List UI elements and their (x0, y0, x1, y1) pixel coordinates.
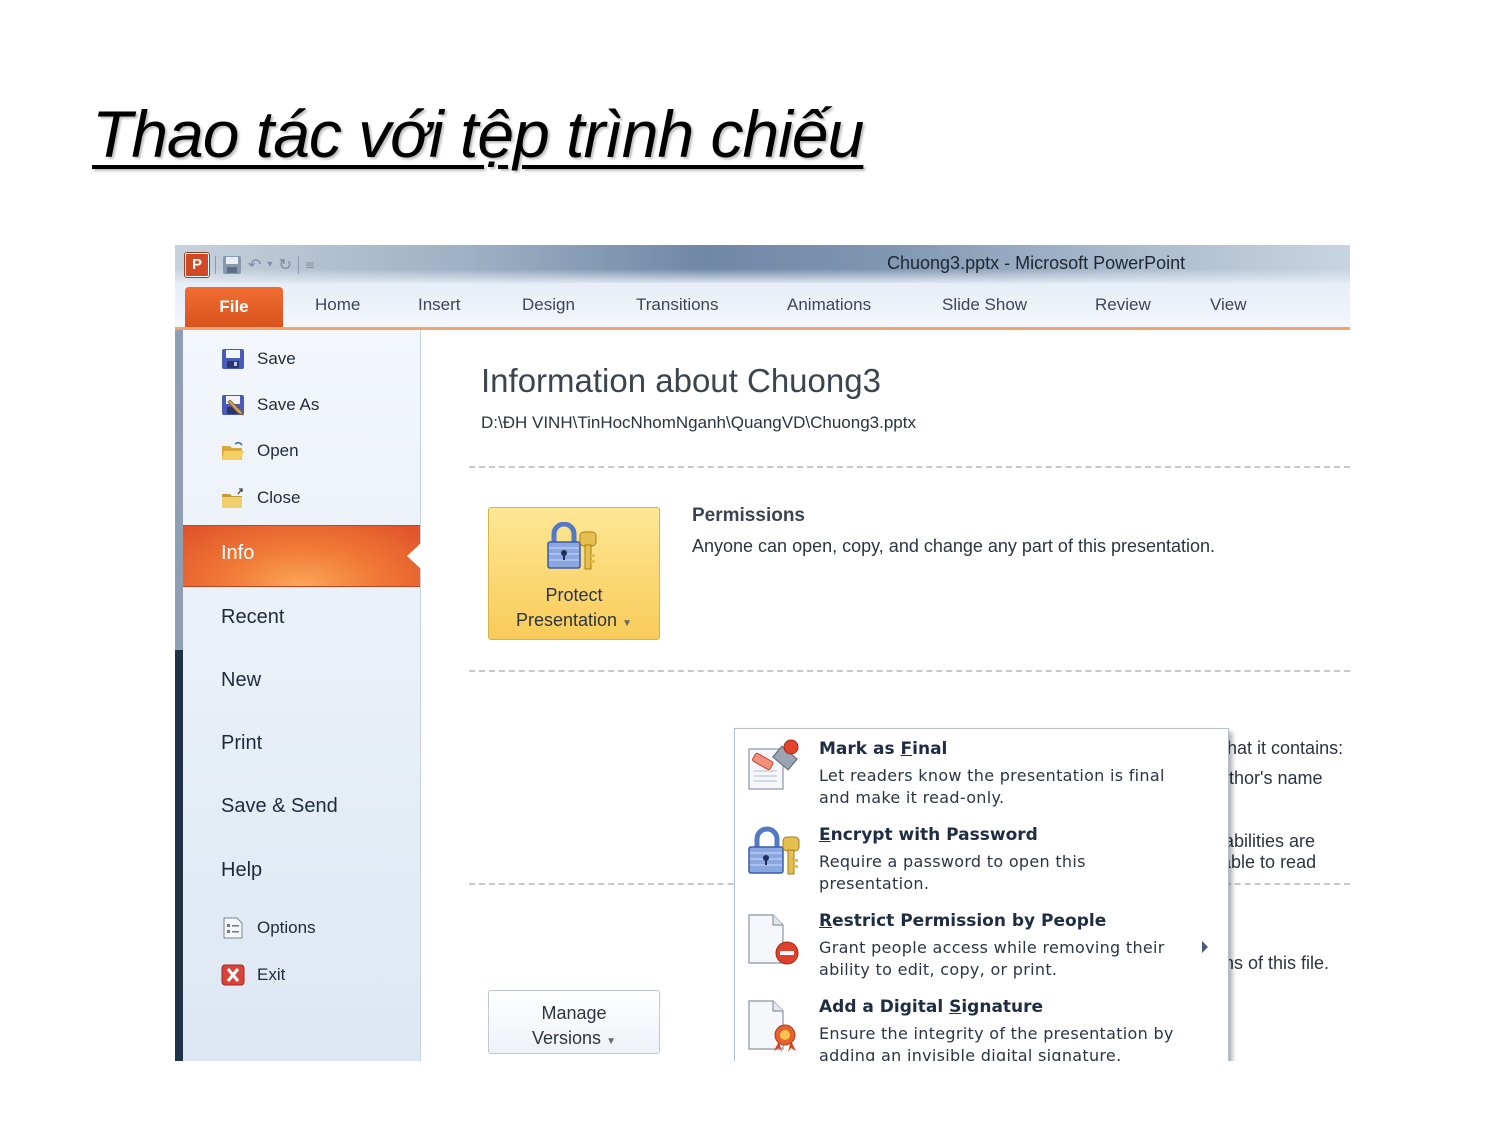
menu-item-restrict-permission[interactable]: Restrict Permission by People Grant peop… (735, 901, 1228, 987)
mark-final-icon (748, 739, 799, 790)
protect-presentation-button[interactable]: Protect Presentation ▼ (488, 507, 660, 640)
digital-signature-icon (748, 1000, 796, 1052)
powerpoint-window: P ↶ ▾ ↻ ≡ Chuong3.pptx - Microsoft Power… (175, 245, 1350, 1061)
nav-tab-info-label: Info (221, 542, 255, 564)
submenu-arrow-icon (1202, 941, 1208, 953)
title-text: inal (912, 739, 948, 759)
active-tab-notch (407, 543, 421, 569)
nav-save-as[interactable]: Save As (221, 394, 319, 416)
menu-item-add-digital-signature[interactable]: Add a Digital Signature Ensure the integ… (735, 987, 1228, 1061)
menu-item-description: Ensure the integrity of the presentation… (819, 1024, 1174, 1061)
manage-label-text: Versions (532, 1028, 602, 1048)
tab-transitions[interactable]: Transitions (636, 295, 719, 315)
nav-tab-print[interactable]: Print (221, 732, 262, 755)
nav-open-label: Open (257, 441, 299, 460)
manage-versions-button[interactable]: Manage Versions ▼ (488, 990, 660, 1054)
title-text: estrict Permission by People (832, 911, 1107, 931)
slide-title: Thao tác với tệp trình chiếu (92, 97, 864, 171)
window-edge-highlight (175, 330, 183, 650)
tab-review[interactable]: Review (1095, 295, 1151, 315)
file-path: D:\ĐH VINH\TinHocNhomNganh\QuangVD\Chuon… (481, 413, 916, 432)
nav-options-label: Options (257, 918, 316, 937)
title-text: ncrypt with Password (830, 825, 1038, 845)
section-divider (469, 466, 1350, 468)
lock-key-icon (748, 826, 800, 875)
nav-tab-save-send[interactable]: Save & Send (221, 795, 338, 818)
permissions-description: Anyone can open, copy, and change any pa… (692, 536, 1216, 556)
protect-label-line1: Protect (545, 585, 603, 605)
nav-close[interactable]: Close (221, 487, 300, 509)
nav-save-as-label: Save As (257, 395, 320, 414)
window-title: Chuong3.pptx - Microsoft PowerPoint (887, 253, 1186, 273)
options-icon (223, 917, 243, 939)
tab-design[interactable]: Design (522, 295, 575, 315)
menu-item-description: Require a password to open this presenta… (819, 852, 1086, 893)
access-key: S (949, 997, 962, 1017)
menu-item-title: Mark as Final (819, 739, 947, 759)
nav-exit[interactable]: Exit (221, 964, 285, 986)
nav-options[interactable]: Options (221, 917, 316, 939)
protect-label-line2: Presentation ▼ (489, 608, 659, 636)
save-as-icon (222, 395, 244, 416)
save-icon[interactable] (222, 255, 242, 275)
tab-view[interactable]: View (1210, 295, 1247, 315)
nav-tab-new[interactable]: New (221, 669, 261, 692)
menu-item-description: Let readers know the presentation is fin… (819, 766, 1165, 807)
nav-tab-info[interactable]: Info (183, 525, 421, 587)
access-key: R (819, 911, 833, 931)
qat-separator (297, 256, 299, 274)
nav-tab-recent[interactable]: Recent (221, 606, 284, 629)
manage-versions-label: Manage Versions ▼ (489, 1001, 659, 1054)
title-text: Mark as (819, 739, 901, 759)
info-content: Information about Chuong3 D:\ĐH VINH\Tin… (421, 330, 1350, 1061)
tab-insert[interactable]: Insert (418, 295, 461, 315)
nav-close-label: Close (257, 488, 301, 507)
title-bar: P ↶ ▾ ↻ ≡ Chuong3.pptx - Microsoft Power… (175, 245, 1350, 283)
menu-item-encrypt-with-password[interactable]: Encrypt with Password Require a password… (735, 815, 1228, 901)
qat-separator (215, 256, 216, 274)
nav-save-label: Save (257, 349, 296, 368)
lock-key-icon (547, 522, 597, 570)
open-folder-icon (222, 441, 244, 460)
save-icon (222, 349, 244, 369)
ribbon-tabs: File Home Insert Design Transitions Anim… (175, 283, 1350, 330)
dropdown-arrow-icon: ▼ (622, 618, 632, 629)
menu-item-mark-as-final[interactable]: Mark as Final Let readers know the prese… (735, 729, 1228, 815)
quick-access-toolbar: P ↶ ▾ ↻ ≡ (185, 253, 315, 277)
info-title: Information about Chuong3 (481, 362, 881, 399)
tab-file[interactable]: File (185, 287, 283, 327)
restrict-permission-icon (748, 914, 799, 965)
tab-animations[interactable]: Animations (787, 295, 871, 315)
title-text: Add a Digital (819, 997, 950, 1017)
nav-tab-help[interactable]: Help (221, 859, 262, 882)
menu-item-description: Grant people access while removing their… (819, 938, 1165, 979)
access-key: F (900, 739, 913, 759)
nav-open[interactable]: Open (221, 440, 299, 462)
undo-dropdown-icon[interactable]: ▾ (267, 255, 272, 275)
undo-icon[interactable]: ↶ (248, 255, 261, 275)
menu-item-title: Encrypt with Password (819, 825, 1038, 845)
dropdown-arrow-icon: ▼ (606, 1036, 616, 1047)
nav-exit-label: Exit (257, 965, 286, 984)
manage-label-line1: Manage (541, 1003, 607, 1023)
powerpoint-app-icon[interactable]: P (185, 253, 209, 277)
section-divider (469, 670, 1350, 672)
protect-presentation-label: Protect Presentation ▼ (489, 583, 659, 636)
title-text: ignature (961, 997, 1044, 1017)
backstage-nav: Save Save As Open Close Info Recent New … (183, 330, 421, 1061)
access-key: E (819, 825, 831, 845)
menu-item-title: Restrict Permission by People (819, 911, 1106, 931)
manage-label-line2: Versions ▼ (489, 1026, 659, 1054)
protect-label-text: Presentation (516, 610, 618, 630)
exit-icon (221, 964, 245, 986)
redo-icon[interactable]: ↻ (278, 255, 291, 275)
close-folder-icon (222, 488, 243, 508)
permissions-heading: Permissions (692, 505, 805, 526)
protect-presentation-menu: Mark as Final Let readers know the prese… (734, 728, 1229, 1061)
tab-slide-show[interactable]: Slide Show (942, 295, 1027, 315)
tab-home[interactable]: Home (315, 295, 360, 315)
customize-qat-icon[interactable]: ≡ (305, 255, 315, 275)
nav-save[interactable]: Save (221, 348, 296, 370)
menu-item-title: Add a Digital Signature (819, 997, 1043, 1017)
